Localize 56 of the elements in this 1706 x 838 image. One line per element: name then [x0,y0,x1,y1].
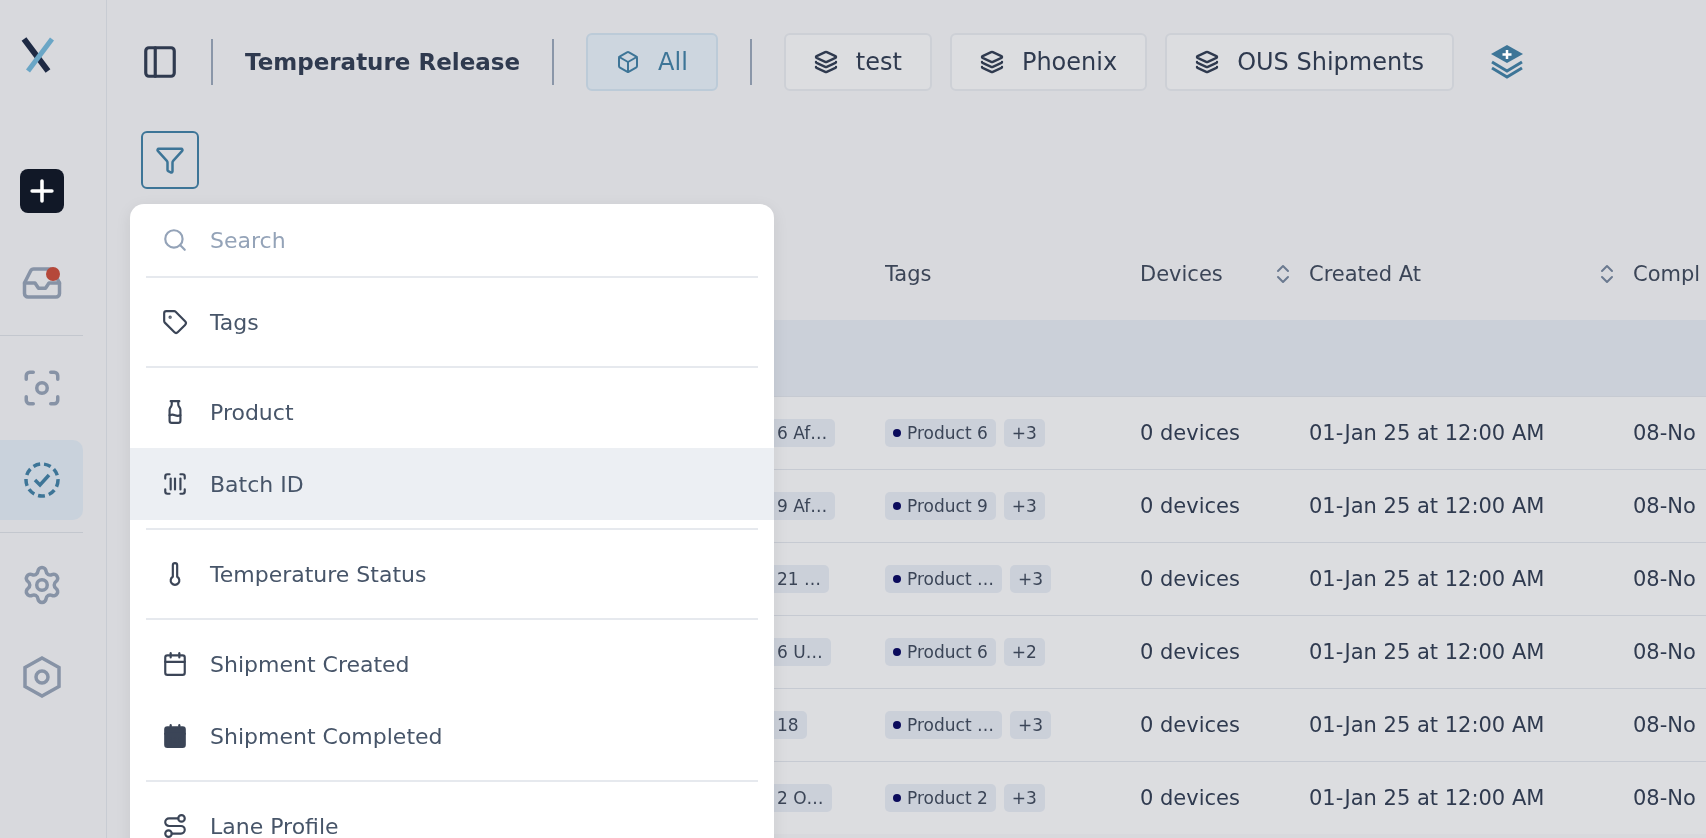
table-cell: 08-No [1633,640,1696,664]
table-cell: 01-Jan 25 at 12:00 AM [1309,494,1545,518]
filter-button[interactable] [141,131,199,189]
table-cell: 08-No [1633,421,1696,445]
view-tab[interactable]: OUS Shipments [1165,33,1455,91]
column-header: Devices [1140,262,1223,286]
more-tags-chip: +2 [1003,638,1045,666]
table-cell: 01-Jan 25 at 12:00 AM [1309,421,1545,445]
sidebar-toggle-icon[interactable] [141,43,179,81]
view-tab[interactable]: Phoenix [949,33,1148,91]
table-cell: 08-No [1633,494,1696,518]
column-header: Tags [885,262,932,286]
table-cell: 0 devices [1140,567,1240,591]
table-cell: 0 devices [1140,786,1240,810]
more-tags-chip: +3 [1003,492,1045,520]
tag-chip: Product 9 [885,492,996,520]
layers-icon [979,50,1004,74]
layers-icon [1195,50,1220,74]
table-cell: 01-Jan 25 at 12:00 AM [1309,640,1545,664]
barcode-icon [162,471,188,497]
table-cell: 08-No [1633,713,1696,737]
filter-icon [155,145,185,175]
layers-icon [813,50,838,74]
calendar-icon [162,723,188,749]
tag-chip: Product 6 [885,419,996,447]
dashed-circle-check-icon [21,460,62,500]
table-cell: 0 devices [1140,640,1240,664]
menu-item[interactable]: Batch ID [130,448,774,520]
cube-icon [616,50,641,74]
more-tags-chip: +3 [1003,784,1045,812]
tag-icon [162,309,188,335]
tag-chip: Product … [885,711,1002,739]
more-tags-chip: +3 [1009,565,1051,593]
create-button[interactable] [19,169,64,213]
table-cell: 0 devices [1140,494,1240,518]
table-cell: 01-Jan 25 at 12:00 AM [1309,713,1545,737]
tag-chip: Product … [885,565,1002,593]
table-cell: 01-Jan 25 at 12:00 AM [1309,786,1545,810]
table-cell: 08-No [1633,786,1696,810]
table-cell: 0 devices [1140,713,1240,737]
search-icon [162,227,188,253]
table-cell: 08-No [1633,567,1696,591]
table-cell: 0 devices [1140,421,1240,445]
column-header: Compl [1633,262,1701,286]
hexagon-icon [20,655,63,699]
tag-chip: Product 2 [885,784,996,812]
more-tags-chip: +3 [1009,711,1051,739]
more-tags-chip: +3 [1003,419,1045,447]
route-icon [162,813,188,838]
view-tab[interactable]: test [783,33,932,91]
page-title: Temperature Release [245,49,521,75]
menu-item[interactable]: Tags [130,286,774,358]
table-cell: 01-Jan 25 at 12:00 AM [1309,567,1545,591]
calendar-icon [162,651,188,677]
tag-chip: Product 6 [885,638,996,666]
column-header: Created At [1309,262,1421,286]
